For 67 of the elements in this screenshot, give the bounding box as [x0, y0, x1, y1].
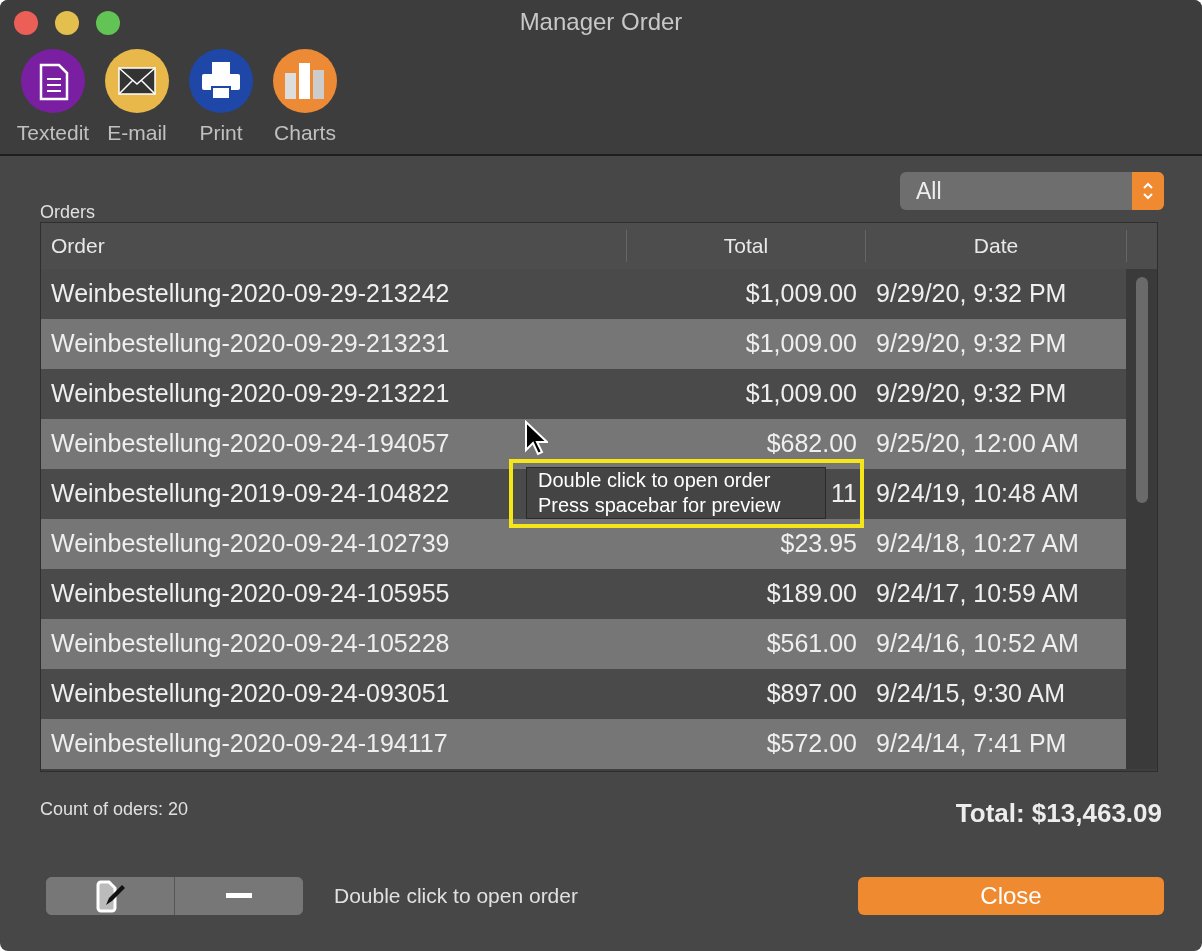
- zoom-window-button[interactable]: [96, 11, 120, 35]
- total-cell-text: $1,009.00: [745, 328, 857, 360]
- toolbar-label[interactable]: E-mail: [107, 117, 167, 149]
- section-label: Orders: [40, 201, 95, 224]
- date-cell-text: 9/24/19, 10:48 AM: [875, 478, 1079, 510]
- toolbar-label[interactable]: Print: [199, 117, 243, 149]
- date-cell-text: 9/24/16, 10:52 AM: [875, 628, 1079, 660]
- order-cell-text: Weinbestellung-2020-09-24-102739: [51, 528, 450, 560]
- order-cell-text: Weinbestellung-2020-09-24-093051: [51, 678, 450, 710]
- order-cell-text: Weinbestellung-2020-09-24-194057: [51, 428, 450, 460]
- document-icon[interactable]: [21, 49, 85, 113]
- chevron-updown-icon: [1132, 172, 1164, 210]
- table-row[interactable]: Weinbestellung-2020-09-29-213221 $1,009.00 9/29/20, 9:32 PM: [41, 369, 1127, 419]
- order-cell-text: Weinbestellung-2020-09-24-105228: [51, 628, 450, 660]
- total-cell-text: $561.00: [766, 628, 857, 660]
- bar-chart-icon[interactable]: [273, 49, 337, 113]
- minimize-window-button[interactable]: [55, 11, 79, 35]
- grand-total: Total: $13,463.09: [955, 797, 1162, 830]
- date-cell-text: 9/29/20, 9:32 PM: [875, 378, 1067, 410]
- cursor-icon: [524, 420, 548, 456]
- tooltip-text: Double click to open order: [538, 468, 772, 493]
- date-cell-text: 9/29/20, 9:32 PM: [875, 278, 1067, 310]
- toolbar-label[interactable]: Textedit: [16, 117, 90, 149]
- table-row[interactable]: Weinbestellung-2020-09-24-194117 $572.00 9/24/14, 7:41 PM: [41, 719, 1127, 769]
- date-cell-text: 9/25/20, 12:00 AM: [875, 428, 1079, 460]
- edit-button[interactable]: [46, 877, 175, 915]
- table-row[interactable]: Weinbestellung-2020-09-24-102739 $23.95 9/24/18, 10:27 AM: [41, 519, 1127, 569]
- order-cell-text: Weinbestellung-2020-09-29-213242: [51, 278, 450, 310]
- total-cell-text: $897.00: [766, 678, 857, 710]
- column-header[interactable]: Total: [627, 230, 866, 262]
- window-title: Manager Order: [519, 7, 683, 37]
- table-row[interactable]: Weinbestellung-2020-09-24-093051 $897.00 9/24/15, 9:30 AM: [41, 669, 1127, 719]
- tooltip-text: Press spacebar for preview: [538, 493, 782, 518]
- column-header[interactable]: Order: [41, 230, 627, 262]
- close-window-button[interactable]: [14, 11, 38, 35]
- date-cell-text: 9/24/15, 9:30 AM: [875, 678, 1066, 710]
- date-cell-text: 9/24/17, 10:59 AM: [875, 578, 1079, 610]
- total-cell-text: $682.00: [766, 428, 857, 460]
- date-cell-text: 9/29/20, 9:32 PM: [875, 328, 1067, 360]
- order-cell-text: Weinbestellung-2019-09-24-104822: [51, 478, 450, 510]
- date-cell-text: 9/24/18, 10:27 AM: [875, 528, 1079, 560]
- table-row[interactable]: Weinbestellung-2020-09-24-105228 $561.00 9/24/16, 10:52 AM: [41, 619, 1127, 669]
- edit-document-icon: [94, 879, 126, 913]
- order-cell-text: Weinbestellung-2020-09-24-105955: [51, 578, 450, 610]
- table-row[interactable]: Weinbestellung-2020-09-24-194057 $682.00 9/25/20, 12:00 AM: [41, 419, 1127, 469]
- order-count: Count of oders: 20: [40, 798, 189, 821]
- printer-icon[interactable]: [189, 49, 253, 113]
- order-cell-text: Weinbestellung-2020-09-24-194117: [51, 728, 448, 760]
- total-cell-text: $1,009.00: [745, 278, 857, 310]
- total-cell-text: $189.00: [766, 578, 857, 610]
- table-row[interactable]: Weinbestellung-2020-09-29-213242 $1,009.00 9/29/20, 9:32 PM: [41, 269, 1127, 319]
- hint-text: Double click to open order: [334, 883, 578, 910]
- total-cell-text: $1,009.00: [745, 378, 857, 410]
- column-header[interactable]: Date: [866, 230, 1127, 262]
- total-cell-text: $23.95: [780, 528, 857, 560]
- date-cell-text: 9/24/14, 7:41 PM: [875, 728, 1067, 760]
- minus-icon: [226, 893, 252, 899]
- order-cell-text: Weinbestellung-2020-09-29-213221: [51, 378, 450, 410]
- scrollbar[interactable]: [1126, 269, 1157, 769]
- envelope-icon[interactable]: [105, 49, 169, 113]
- order-cell-text: Weinbestellung-2020-09-29-213231: [51, 328, 450, 360]
- total-cell-text: $572.00: [766, 728, 857, 760]
- toolbar-label[interactable]: Charts: [274, 117, 336, 149]
- table-row[interactable]: Weinbestellung-2020-09-29-213231 $1,009.00 9/29/20, 9:32 PM: [41, 319, 1127, 369]
- total-cell-text: 11: [831, 478, 857, 510]
- filter-dropdown[interactable]: All: [900, 172, 1164, 210]
- table-row[interactable]: Weinbestellung-2020-09-24-105955 $189.00 9/24/17, 10:59 AM: [41, 569, 1127, 619]
